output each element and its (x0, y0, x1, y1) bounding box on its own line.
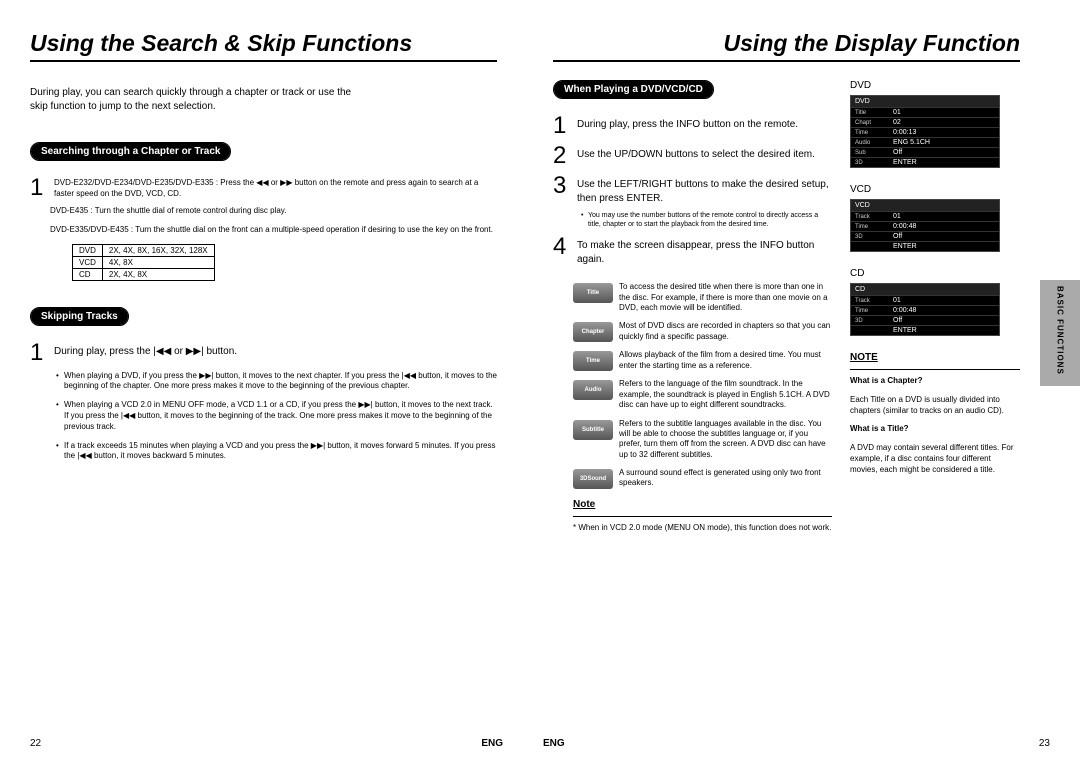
step-1-search: 1 DVD-E232/DVD-E234/DVD-E235/DVD-E335 : … (30, 176, 497, 200)
osd-vcd: VCD Track01 Time0:00:48 3DOff ENTER (850, 199, 1000, 252)
note-a2: A DVD may contain several different titl… (850, 443, 1020, 475)
step-text: Use the UP/DOWN buttons to select the de… (577, 144, 815, 168)
note-q1: What is a Chapter? (850, 376, 1020, 387)
table-row: VCD4X, 8X (73, 256, 215, 268)
step-1-skip: 1 During play, press the |◀◀ or ▶▶| butt… (30, 341, 497, 365)
sub-bullets: You may use the number buttons of the re… (581, 211, 832, 229)
info-row-chapter: Chapter Most of DVD discs are recorded i… (573, 321, 832, 342)
note-q2: What is a Title? (850, 424, 1020, 435)
info-text: To access the desired title when there i… (619, 282, 832, 313)
step-4: 4 To make the screen disappear, press th… (553, 235, 832, 266)
step-number: 1 (553, 114, 571, 138)
step-1: 1 During play, press the INFO button on … (553, 114, 832, 138)
page-number-left: 22 (30, 738, 41, 749)
page-number-right: 23 (1039, 738, 1050, 749)
info-text: Refers to the language of the film sound… (619, 379, 832, 410)
info-text: Allows playback of the film from a desir… (619, 350, 832, 371)
list-item: If a track exceeds 15 minutes when playi… (56, 441, 497, 463)
col-thumbs: DVD DVD Title01 Chapt02 Time0:00:13 Audi… (850, 80, 1020, 542)
page-title-right: Using the Display Function (553, 30, 1020, 62)
info-text: Refers to the subtitle languages availab… (619, 419, 832, 461)
page-right: Using the Display Function When Playing … (523, 0, 1080, 765)
osd-dvd: DVD Title01 Chapt02 Time0:00:13 AudioENG… (850, 95, 1000, 168)
info-row-title: Title To access the desired title when t… (573, 282, 832, 313)
list-item: You may use the number buttons of the re… (581, 211, 832, 229)
divider (850, 369, 1020, 370)
step-number: 2 (553, 144, 571, 168)
section-heading-playing: When Playing a DVD/VCD/CD (553, 80, 714, 99)
audio-icon: Audio (573, 380, 613, 400)
section-heading-skip: Skipping Tracks (30, 307, 129, 326)
step-subtext: DVD-E335/DVD-E435 : Turn the shuttle dia… (50, 225, 497, 236)
page-left: Using the Search & Skip Functions During… (0, 0, 523, 765)
step-2: 2 Use the UP/DOWN buttons to select the … (553, 144, 832, 168)
step-number: 4 (553, 235, 571, 266)
right-columns: When Playing a DVD/VCD/CD 1 During play,… (553, 80, 1020, 542)
subtitle-icon: Subtitle (573, 420, 613, 440)
info-text: A surround sound effect is generated usi… (619, 468, 832, 489)
page-title-left: Using the Search & Skip Functions (30, 30, 497, 62)
note-heading: Note (573, 499, 832, 510)
side-tab: BASIC FUNCTIONS (1040, 280, 1080, 386)
intro-text: During play, you can search quickly thro… (30, 86, 370, 114)
list-item: When playing a DVD, if you press the ▶▶|… (56, 371, 497, 393)
manual-spread: Using the Search & Skip Functions During… (0, 0, 1080, 765)
chapter-icon: Chapter (573, 322, 613, 342)
time-icon: Time (573, 351, 613, 371)
section-heading-search: Searching through a Chapter or Track (30, 142, 231, 161)
side-tab-label: BASIC FUNCTIONS (1056, 286, 1065, 375)
step-text: During play, press the INFO button on th… (577, 114, 798, 138)
table-row: CD2X, 4X, 8X (73, 268, 215, 280)
note-body: * When in VCD 2.0 mode (MENU ON mode), t… (573, 523, 832, 534)
speed-table: DVD2X, 4X, 8X, 16X, 32X, 128X VCD4X, 8X … (72, 244, 215, 281)
info-row-time: Time Allows playback of the film from a … (573, 350, 832, 371)
step-text: During play, press the |◀◀ or ▶▶| button… (54, 341, 237, 365)
step-number: 1 (30, 176, 48, 200)
step-number: 1 (30, 341, 48, 365)
step-text: DVD-E232/DVD-E234/DVD-E235/DVD-E335 : Pr… (54, 176, 497, 200)
divider (573, 516, 832, 517)
info-row-audio: Audio Refers to the language of the film… (573, 379, 832, 410)
table-row: DVD2X, 4X, 8X, 16X, 32X, 128X (73, 244, 215, 256)
lang-indicator: ENG (543, 738, 565, 749)
title-icon: Title (573, 283, 613, 303)
info-text: Most of DVD discs are recorded in chapte… (619, 321, 832, 342)
note-a1: Each Title on a DVD is usually divided i… (850, 395, 1020, 417)
note-heading-right: NOTE (850, 352, 1020, 363)
thumb-label-dvd: DVD (850, 80, 1020, 91)
skip-bullets: When playing a DVD, if you press the ▶▶|… (56, 371, 497, 463)
thumb-label-vcd: VCD (850, 184, 1020, 195)
step-text: Use the LEFT/RIGHT buttons to make the d… (577, 174, 832, 205)
step-3: 3 Use the LEFT/RIGHT buttons to make the… (553, 174, 832, 205)
lang-indicator: ENG (481, 738, 503, 749)
osd-cd: CD Track01 Time0:00:48 3DOff ENTER (850, 283, 1000, 336)
step-text: To make the screen disappear, press the … (577, 235, 832, 266)
step-subtext: DVD-E435 : Turn the shuttle dial of remo… (50, 206, 497, 217)
info-row-3dsound: 3DSound A surround sound effect is gener… (573, 468, 832, 489)
thumb-label-cd: CD (850, 268, 1020, 279)
info-row-subtitle: Subtitle Refers to the subtitle language… (573, 419, 832, 461)
3dsound-icon: 3DSound (573, 469, 613, 489)
col-main: When Playing a DVD/VCD/CD 1 During play,… (553, 80, 832, 542)
step-number: 3 (553, 174, 571, 205)
list-item: When playing a VCD 2.0 in MENU OFF mode,… (56, 400, 497, 432)
